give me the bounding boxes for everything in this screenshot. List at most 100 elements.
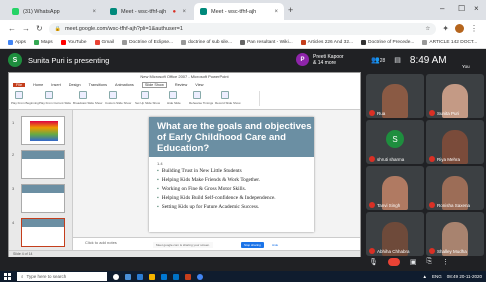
close-window-icon[interactable]: × [474, 4, 479, 13]
setup-icon[interactable] [141, 91, 149, 99]
self-view-label: You [462, 64, 470, 69]
participant-tile[interactable]: Ronisha Saxena [426, 166, 484, 210]
youtube-icon [60, 40, 66, 45]
chrome-icon[interactable] [197, 273, 203, 280]
bookmark-articles[interactable]: Articles 226 And 32... [300, 40, 353, 45]
thumb-graphic [30, 121, 58, 141]
shared-screen-powerpoint: New Microsoft Office 2007 - Microsoft Po… [8, 72, 361, 257]
participant-tile[interactable]: Rua [366, 74, 424, 118]
notes-pane[interactable]: Click to add notes Meet google.com is sh… [73, 237, 360, 251]
edge-icon[interactable] [137, 273, 143, 280]
more-options-icon[interactable]: ⋮ [442, 258, 449, 266]
captions-icon[interactable]: ⎘ [427, 258, 433, 266]
close-icon[interactable]: × [92, 9, 96, 15]
ppt-tab-design[interactable]: Design [69, 83, 81, 87]
custom-show-icon[interactable] [109, 91, 117, 99]
pinned-participant-chip[interactable]: P Preeti Kapoor & 14 more [296, 53, 344, 66]
forward-icon[interactable]: → [22, 24, 30, 33]
mail-icon[interactable] [173, 273, 179, 280]
participant-tile[interactable]: Abhiha Chhabra [366, 212, 424, 256]
bookmark-eclipse[interactable]: Doctrine of Eclipse... [122, 40, 173, 45]
language-indicator[interactable]: ENG [432, 274, 442, 279]
current-slide[interactable]: What are the goals and objectives of Ear… [149, 117, 314, 232]
profile-avatar[interactable] [455, 24, 464, 33]
ppt-tab-review[interactable]: Review [175, 83, 187, 87]
ppt-window-title: New Microsoft Office 2007 - Microsoft Po… [9, 73, 360, 81]
windows-start-icon[interactable] [4, 273, 11, 280]
reload-icon[interactable]: ↻ [36, 24, 43, 33]
new-tab-button[interactable]: + [288, 5, 293, 15]
bookmark-gmail[interactable]: Gmail [94, 40, 114, 45]
menu-icon[interactable]: ⋮ [470, 24, 478, 33]
bookmark-article-142[interactable]: ARTICLE 142 DOCT... [422, 40, 477, 45]
ribbon-label: Hide Slide [167, 101, 181, 105]
slide-thumbnail-pane: 1 2 3 4 [9, 110, 73, 250]
people-icon[interactable]: 👥28 [371, 56, 385, 64]
mic-off-icon [429, 156, 435, 162]
extensions-icon[interactable]: ✦ [442, 24, 449, 33]
slide-thumbnail-selected[interactable] [21, 218, 65, 247]
bookmark-apps[interactable]: Apps [8, 40, 26, 45]
browser-tab-meet-active[interactable]: Meet - wsc-tfhf-ajh × [194, 3, 284, 20]
participant-video [382, 84, 408, 118]
record-icon[interactable] [221, 91, 229, 99]
play-icon[interactable] [15, 91, 23, 99]
participant-tile[interactable]: Shalley Mudha [426, 212, 484, 256]
camera-icon[interactable]: ▣ [410, 258, 417, 266]
cortana-icon[interactable] [113, 273, 119, 280]
rehearse-icon[interactable] [193, 91, 201, 99]
ppt-tab-home[interactable]: Home [33, 83, 43, 87]
back-icon[interactable]: ← [8, 24, 16, 33]
bookmark-maps[interactable]: Maps [33, 40, 53, 45]
mic-off-icon [369, 202, 375, 208]
url-field[interactable]: 🔒 meet.google.com/wsc-tfhf-ajh?pli=1&aut… [48, 22, 437, 35]
star-icon[interactable]: ☆ [425, 26, 430, 32]
thumb-header [22, 185, 64, 193]
browser-tab-whatsapp[interactable]: (31) WhatsApp × [6, 3, 102, 20]
bookmark-wiki[interactable]: Pan resultant - Wiki... [240, 40, 293, 45]
ppt-tab-insert[interactable]: Insert [51, 83, 61, 87]
bookmark-youtube[interactable]: YouTube [60, 40, 87, 45]
hide-slide-icon[interactable] [169, 91, 177, 99]
microphone-icon[interactable]: 🎙 [369, 258, 378, 266]
slide-thumbnail[interactable] [21, 184, 65, 213]
task-view-icon[interactable] [125, 273, 131, 280]
ppt-tab-transitions[interactable]: Transitions [89, 83, 107, 87]
minimize-icon[interactable]: – [440, 4, 444, 13]
maximize-icon[interactable]: ☐ [458, 4, 465, 13]
participant-tile[interactable]: S shruti sharma [366, 120, 424, 164]
chat-icon[interactable]: ▤ [394, 56, 401, 64]
clock[interactable]: 08:49 20-11-2020 [447, 274, 482, 279]
slide-bullet-list: Building Trust in New Little Students He… [157, 167, 312, 212]
participant-tile[interactable]: Riya Mehra [426, 120, 484, 164]
powerpoint-icon[interactable] [185, 273, 191, 280]
meet-icon [200, 8, 207, 15]
play-current-icon[interactable] [45, 91, 53, 99]
ppt-tab-file[interactable]: File [13, 82, 26, 87]
store-icon[interactable] [161, 273, 167, 280]
network-icon[interactable]: ▲ [423, 274, 427, 279]
bookmark-precedent[interactable]: Doctrine of Precede... [361, 40, 414, 45]
leave-call-button[interactable] [387, 258, 400, 266]
broadcast-icon[interactable] [79, 91, 87, 99]
browser-tab-meet-1[interactable]: Meet - wsc-tfhf-ajh ● × [104, 3, 192, 20]
slide-thumbnail[interactable] [21, 150, 65, 179]
stop-sharing-button[interactable]: Stop sharing [241, 242, 264, 248]
search-icon: ⌕ [21, 274, 24, 279]
ppt-ribbon-tabs: File Home Insert Design Transitions Anim… [9, 81, 360, 88]
bullet-item: Building Trust in New Little Students [157, 167, 312, 176]
close-icon[interactable]: × [274, 9, 278, 15]
participant-avatar: P [296, 53, 309, 66]
taskbar-search[interactable]: ⌕ Type here to search [17, 272, 107, 281]
hide-button[interactable]: Hide [269, 242, 281, 248]
participant-tile[interactable]: Sunita Puri [426, 74, 484, 118]
ppt-tab-slide-show[interactable]: Slide Show [141, 81, 167, 88]
file-explorer-icon[interactable] [149, 273, 155, 280]
participant-tile[interactable]: Tanvi Singh [366, 166, 424, 210]
ppt-tab-view[interactable]: View [195, 83, 203, 87]
ppt-tab-animations[interactable]: Animations [115, 83, 134, 87]
slide-thumbnail[interactable] [21, 116, 65, 145]
bookmark-sub-sile[interactable]: doctrine of sub sile... [181, 40, 232, 45]
close-icon[interactable]: × [182, 9, 186, 15]
participant-name: Riya Mehra [429, 156, 460, 162]
